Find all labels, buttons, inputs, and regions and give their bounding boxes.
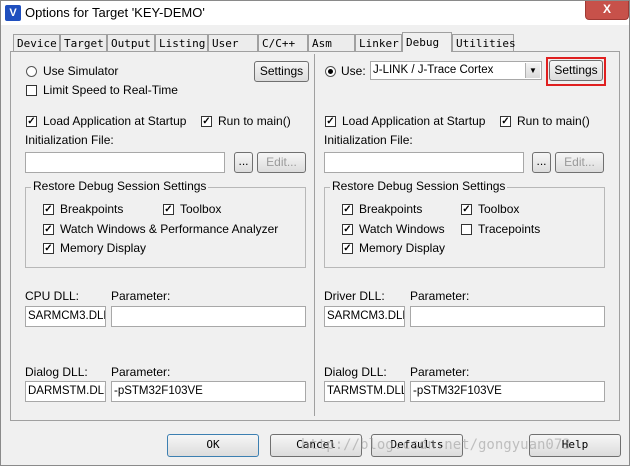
init-file-label-right: Initialization File: xyxy=(324,133,413,147)
driver-dll-label: Driver DLL: xyxy=(324,289,385,303)
dialog-dll-input[interactable]: DARMSTM.DLL xyxy=(25,381,106,402)
load-app-checkbox[interactable]: ✓ xyxy=(26,116,37,127)
simulator-settings-label: Settings xyxy=(259,64,304,78)
dialog-param-input[interactable]: -pSTM32F103VE xyxy=(111,381,306,402)
breakpoints-checkbox-right[interactable]: ✓ xyxy=(342,204,353,215)
driver-dll-input[interactable]: SARMCM3.DLL xyxy=(324,306,405,327)
cpu-dll-input[interactable]: SARMCM3.DLL xyxy=(25,306,106,327)
tab-device[interactable]: Device xyxy=(13,34,60,51)
init-file-label: Initialization File: xyxy=(25,133,114,147)
debug-driver-value: J-LINK / J-Trace Cortex xyxy=(373,64,494,76)
watch-windows-label: Watch Windows & Performance Analyzer xyxy=(60,222,279,236)
dialog-param-label: Parameter: xyxy=(111,365,171,379)
tab-output[interactable]: Output xyxy=(107,34,155,51)
run-to-main-checkbox-right[interactable]: ✓ xyxy=(500,116,511,127)
init-file-input[interactable] xyxy=(25,152,225,173)
init-file-edit-button-right[interactable]: Edit... xyxy=(555,152,604,173)
run-to-main-checkbox[interactable]: ✓ xyxy=(201,116,212,127)
watch-windows-checkbox[interactable]: ✓ xyxy=(43,224,54,235)
settings-highlight-box xyxy=(546,57,606,86)
cpu-dll-label: CPU DLL: xyxy=(25,289,80,303)
tracepoints-checkbox[interactable] xyxy=(461,224,472,235)
watermark-text: http://blog.csdn.net/gongyuan073 xyxy=(301,437,571,453)
dialog-dll-input-right[interactable]: TARMSTM.DLL xyxy=(324,381,405,402)
tab-linker[interactable]: Linker xyxy=(355,34,402,51)
use-driver-label: Use: xyxy=(341,64,366,78)
memory-display-checkbox[interactable]: ✓ xyxy=(43,243,54,254)
use-simulator-label: Use Simulator xyxy=(43,64,119,78)
options-dialog: V Options for Target 'KEY-DEMO' X Device… xyxy=(0,0,630,466)
toolbox-checkbox[interactable]: ✓ xyxy=(163,204,174,215)
uvision-icon: V xyxy=(5,5,21,21)
simulator-settings-button[interactable]: Settings xyxy=(254,61,309,82)
dialog-dll-label: Dialog DLL: xyxy=(25,365,88,379)
tab-debug[interactable]: Debug xyxy=(402,32,452,52)
memory-display-checkbox-right[interactable]: ✓ xyxy=(342,243,353,254)
init-file-browse-button-right[interactable]: ... xyxy=(532,152,551,173)
driver-param-label: Parameter: xyxy=(410,289,470,303)
load-app-checkbox-right[interactable]: ✓ xyxy=(325,116,336,127)
edit-label-right: Edit... xyxy=(564,155,595,169)
tab-asm[interactable]: Asm xyxy=(308,34,355,51)
memory-display-label-right: Memory Display xyxy=(359,241,446,255)
init-file-browse-button[interactable]: ... xyxy=(234,152,253,173)
driver-param-input[interactable] xyxy=(410,306,605,327)
dialog-param-input-right[interactable]: -pSTM32F103VE xyxy=(410,381,605,402)
tab-utilities[interactable]: Utilities xyxy=(452,34,516,51)
limit-speed-checkbox[interactable] xyxy=(26,85,37,96)
browse-label: ... xyxy=(238,154,249,168)
chevron-down-icon[interactable]: ▼ xyxy=(525,63,540,78)
watch-windows-label-right: Watch Windows xyxy=(359,222,445,236)
tracepoints-label: Tracepoints xyxy=(478,222,541,236)
watch-windows-checkbox-right[interactable]: ✓ xyxy=(342,224,353,235)
cpu-param-label: Parameter: xyxy=(111,289,171,303)
toolbox-label-right: Toolbox xyxy=(478,202,520,216)
tab-cpp[interactable]: C/C++ xyxy=(258,34,308,51)
dialog-param-label-right: Parameter: xyxy=(410,365,470,379)
close-button[interactable]: X xyxy=(585,1,629,20)
breakpoints-label: Breakpoints xyxy=(60,202,124,216)
dialog-dll-label-right: Dialog DLL: xyxy=(324,365,387,379)
run-to-main-label: Run to main() xyxy=(218,114,291,128)
restore-settings-title-right: Restore Debug Session Settings xyxy=(330,179,508,193)
run-to-main-label-right: Run to main() xyxy=(517,114,590,128)
load-app-label: Load Application at Startup xyxy=(43,114,187,128)
debug-driver-select[interactable]: J-LINK / J-Trace Cortex ▼ xyxy=(370,61,542,80)
limit-speed-label: Limit Speed to Real-Time xyxy=(43,83,178,97)
use-driver-radio[interactable] xyxy=(325,66,336,77)
title-bar: V Options for Target 'KEY-DEMO' X xyxy=(1,1,629,25)
cpu-param-input[interactable] xyxy=(111,306,306,327)
restore-settings-title: Restore Debug Session Settings xyxy=(31,179,209,193)
ok-label: OK xyxy=(206,438,220,451)
tab-listing[interactable]: Listing xyxy=(155,34,208,51)
column-divider xyxy=(314,54,315,416)
load-app-label-right: Load Application at Startup xyxy=(342,114,486,128)
window-title: Options for Target 'KEY-DEMO' xyxy=(25,5,205,20)
tab-target[interactable]: Target xyxy=(60,34,107,51)
breakpoints-checkbox[interactable]: ✓ xyxy=(43,204,54,215)
tab-user[interactable]: User xyxy=(208,34,258,51)
init-file-edit-button[interactable]: Edit... xyxy=(257,152,306,173)
browse-label-right: ... xyxy=(536,154,547,168)
toolbox-label: Toolbox xyxy=(180,202,222,216)
use-simulator-radio[interactable] xyxy=(26,66,37,77)
memory-display-label: Memory Display xyxy=(60,241,147,255)
edit-label: Edit... xyxy=(266,155,297,169)
toolbox-checkbox-right[interactable]: ✓ xyxy=(461,204,472,215)
init-file-input-right[interactable] xyxy=(324,152,524,173)
ok-button[interactable]: OK xyxy=(167,434,259,457)
breakpoints-label-right: Breakpoints xyxy=(359,202,423,216)
radio-selected-dot xyxy=(328,69,333,74)
